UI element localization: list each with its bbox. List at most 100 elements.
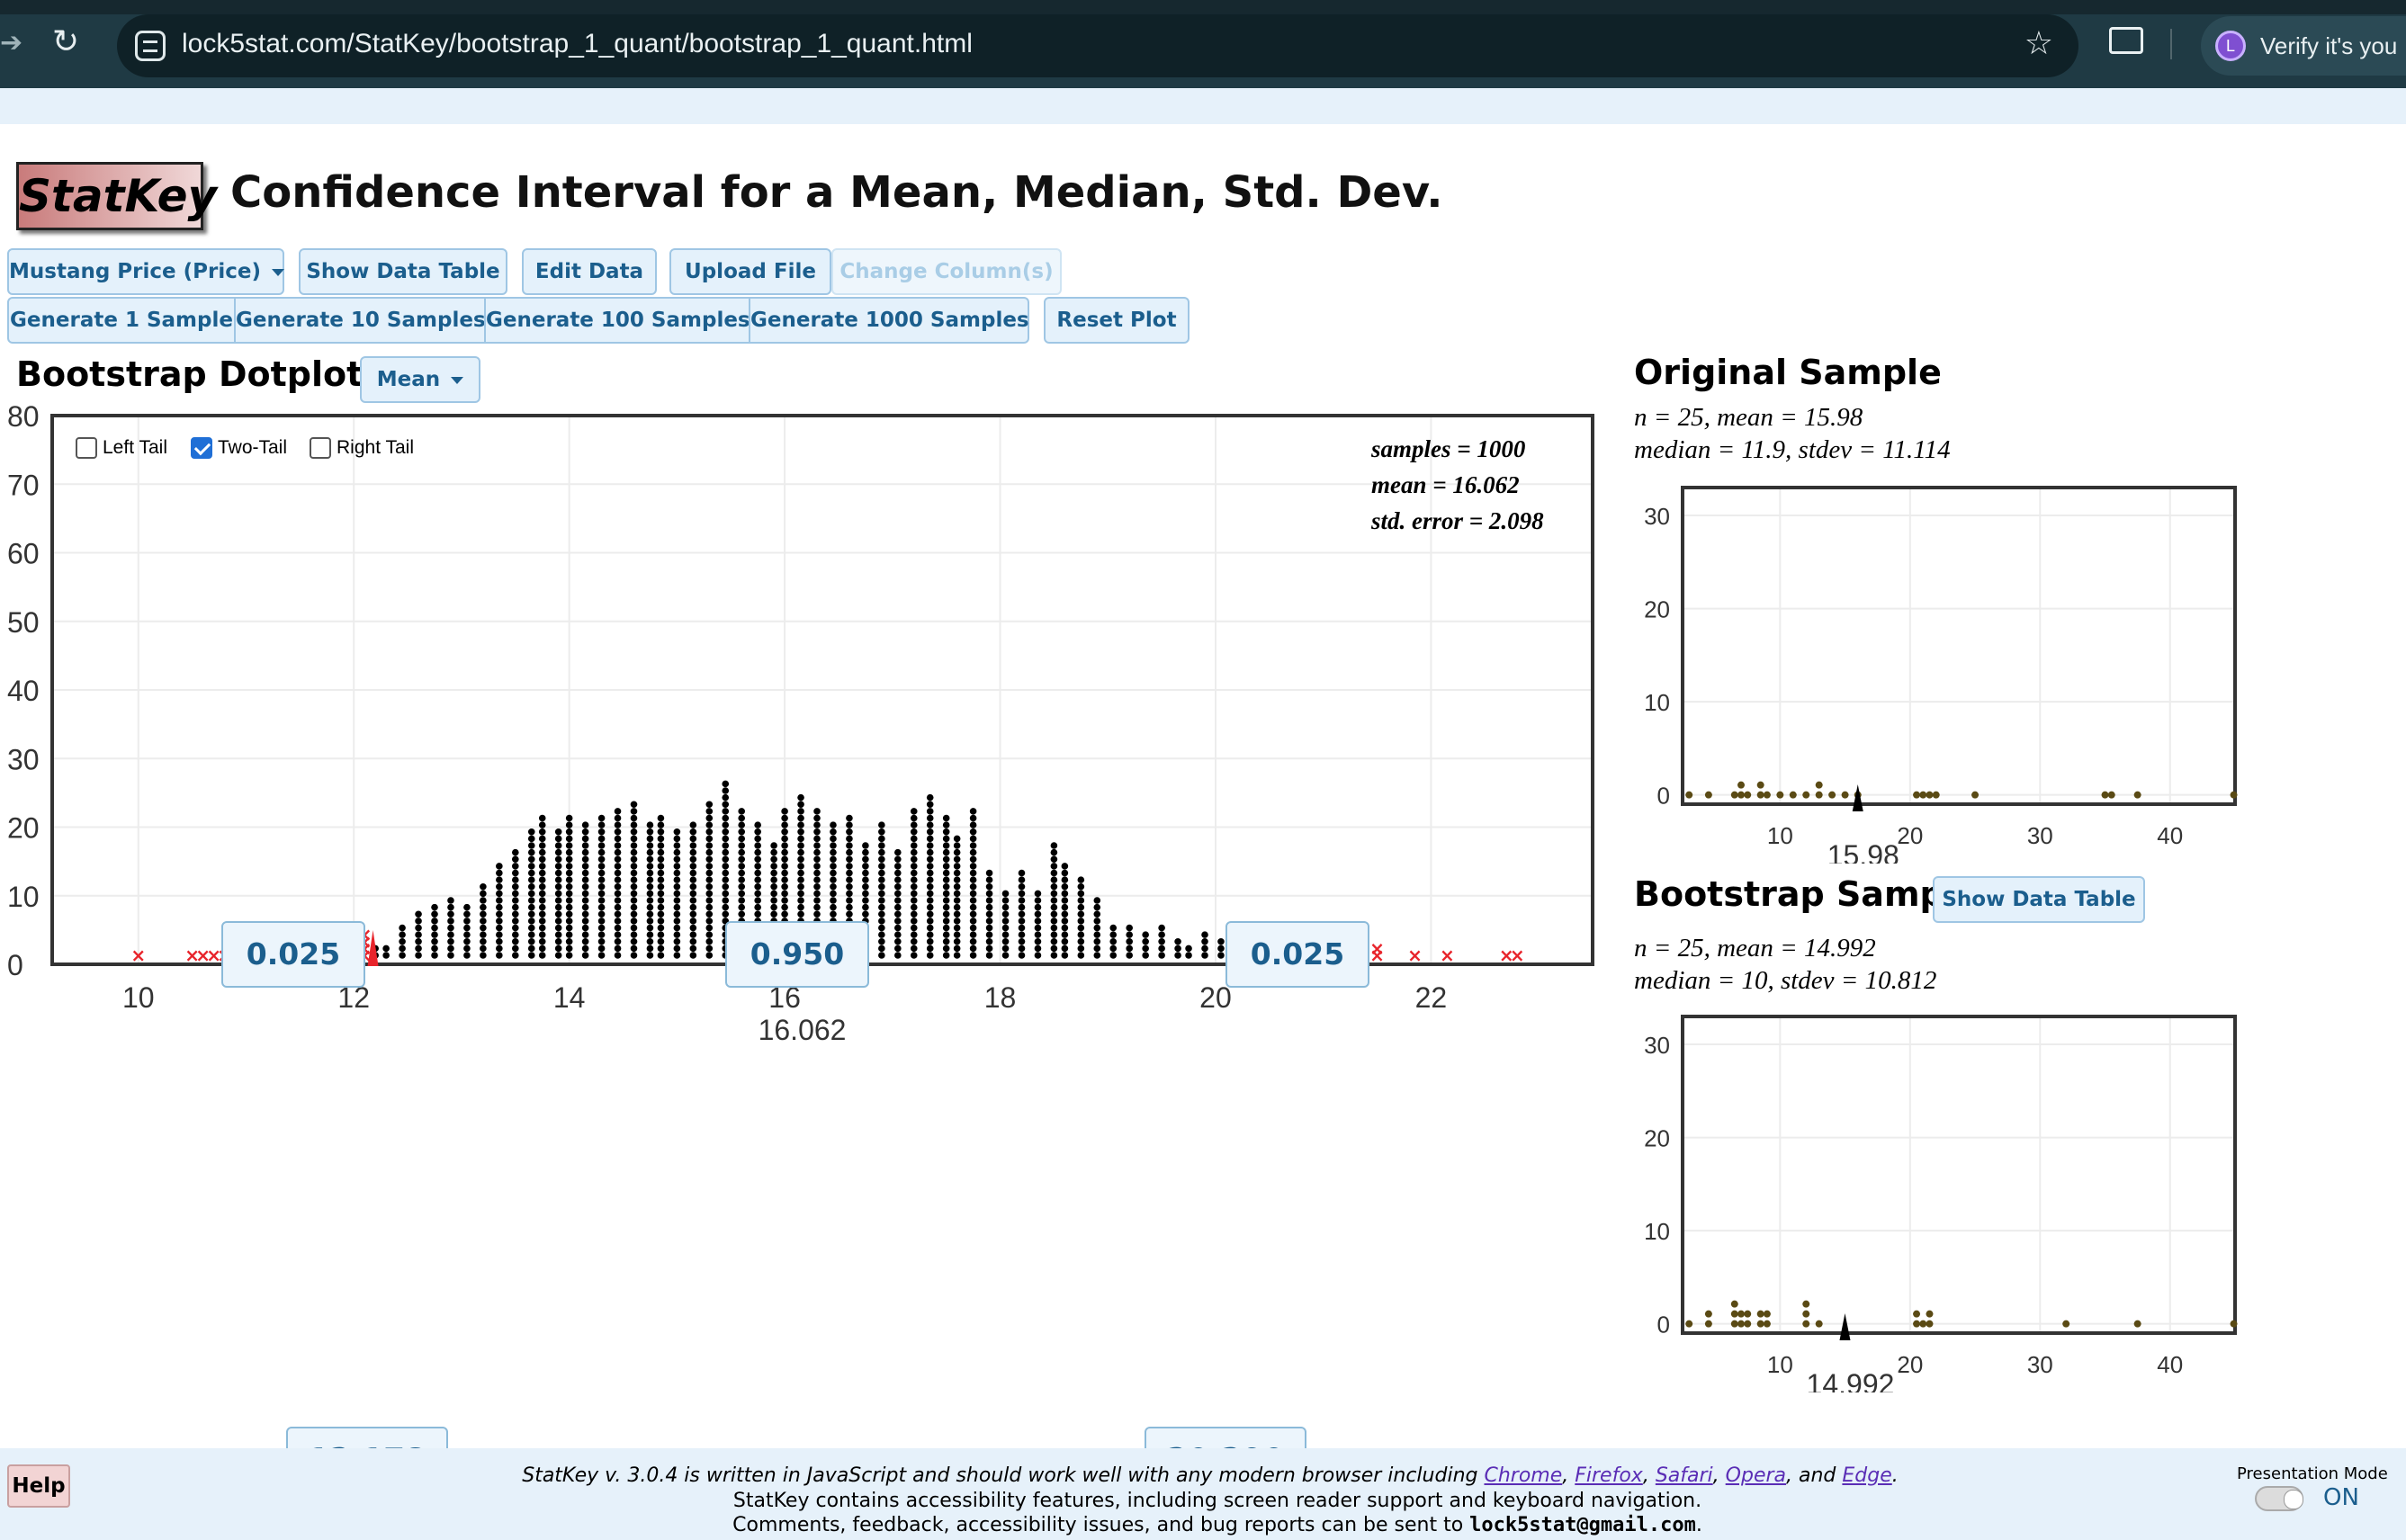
dataset-dropdown[interactable]: Mustang Price (Price) [7, 248, 284, 295]
bootstrap-dot [597, 828, 606, 836]
statistic-dropdown[interactable]: Mean [360, 356, 480, 403]
change-columns-button[interactable]: Change Column(s) [831, 248, 1062, 295]
generate-10-samples-button[interactable]: Generate 10 Samples [234, 297, 486, 344]
bootstrap-dot [1034, 945, 1042, 953]
bootstrap-dot [770, 903, 777, 911]
edit-data-button[interactable]: Edit Data [522, 248, 657, 295]
bootstrap-dot [830, 828, 837, 836]
generate-100-samples-button[interactable]: Generate 100 Samples [484, 297, 750, 344]
bootstrap-show-data-table-button[interactable]: Show Data Table [1933, 876, 2145, 923]
bootstrap-dot [657, 952, 665, 959]
show-data-table-button[interactable]: Show Data Table [299, 248, 507, 295]
contact-email[interactable]: lock5stat@gmail.com [1469, 1514, 1696, 1536]
right-tail-option[interactable]: Right Tail [310, 437, 414, 460]
middle-proportion[interactable]: 0.950 [725, 921, 869, 988]
two-tail-checkbox[interactable] [191, 437, 212, 460]
left-tail-option[interactable]: Left Tail [76, 437, 167, 460]
bootstrap-dot [527, 931, 535, 938]
verify-profile-button[interactable]: L Verify it's you [2201, 16, 2406, 76]
y-tick-label: 70 [7, 469, 40, 501]
bootstrap-dot [969, 808, 977, 815]
bootstrap-dot [1018, 876, 1026, 883]
right-tail-checkbox[interactable] [310, 437, 331, 460]
forward-icon[interactable]: ➔ [0, 27, 22, 58]
opera-link[interactable]: Opera [1726, 1464, 1786, 1487]
bootstrap-dot [1050, 842, 1058, 849]
right-tail-proportion[interactable]: 0.025 [1225, 921, 1369, 988]
bootstrap-dot [754, 828, 761, 836]
bootstrap-dot [846, 863, 853, 870]
bootstrap-dot [673, 842, 681, 849]
generate-1000-samples-button[interactable]: Generate 1000 Samples [749, 297, 1029, 344]
bootstrap-dot [705, 882, 714, 891]
bootstrap-dot [1050, 863, 1058, 870]
bootstrap-dot [910, 828, 918, 836]
chrome-link[interactable]: Chrome [1484, 1464, 1562, 1487]
bootstrap-dot [953, 910, 961, 918]
edge-link[interactable]: Edge [1842, 1464, 1891, 1487]
y-tick-label: 0 [7, 949, 23, 981]
left-tail-checkbox[interactable] [76, 437, 97, 460]
bootstrap-dot [797, 910, 804, 918]
bootstrap-dot [722, 793, 730, 801]
bootstrap-dot [781, 835, 788, 843]
bootstrap-dot [538, 842, 546, 849]
bootstrap-dot [985, 937, 993, 945]
google-lens-icon[interactable] [2109, 27, 2143, 54]
bootstrap-dot [597, 855, 606, 864]
reset-plot-button[interactable]: Reset Plot [1044, 297, 1190, 344]
bootstrap-dot [630, 945, 638, 953]
upload-file-button[interactable]: Upload File [669, 248, 831, 295]
bootstrap-dot [926, 793, 934, 801]
bootstrap-dot [894, 931, 902, 938]
bootstrap-dot [496, 945, 503, 953]
address-bar[interactable]: lock5stat.com/StatKey/bootstrap_1_quant/… [117, 14, 2078, 77]
left-tail-proportion[interactable]: 0.025 [221, 921, 365, 988]
bootstrap-dot [1126, 931, 1134, 938]
browser-toolbar: ➔ ↻ lock5stat.com/StatKey/bootstrap_1_qu… [0, 0, 2406, 88]
bootstrap-dot [527, 882, 535, 891]
bootstrap-dot [614, 835, 622, 843]
bootstrap-dot [722, 876, 730, 883]
bootstrap-dot [689, 863, 697, 870]
bootstrap-dot [738, 808, 746, 815]
bootstrap-dot [480, 952, 487, 959]
presentation-mode-toggle[interactable] [2255, 1486, 2303, 1511]
bootstrap-dot [538, 937, 546, 945]
site-settings-icon[interactable] [135, 31, 166, 61]
bootstrap-dot [705, 842, 714, 849]
bootstrap-dot [722, 897, 730, 904]
sample-dot [1789, 791, 1797, 799]
bootstrap-dot [797, 890, 804, 898]
bootstrap-dot [926, 910, 934, 918]
bootstrap-dot [614, 814, 622, 822]
bootstrap-dot [813, 808, 821, 815]
statkey-logo[interactable]: StatKey [16, 162, 217, 230]
bootstrap-dot [754, 890, 761, 898]
bookmark-star-icon[interactable]: ☆ [2024, 25, 2053, 62]
bootstrap-dot [910, 910, 918, 918]
two-tail-option[interactable]: Two-Tail [191, 437, 287, 460]
reload-icon[interactable]: ↻ [52, 23, 79, 60]
bootstrap-dot [942, 910, 950, 918]
generate-1-sample-button[interactable]: Generate 1 Sample [7, 297, 236, 344]
bootstrap-dot [985, 952, 993, 959]
bootstrap-dot [942, 903, 950, 911]
bootstrap-dot [673, 897, 681, 904]
bootstrap-dot [1093, 931, 1101, 938]
bootstrap-dot [985, 945, 993, 953]
bootstrap-dot [565, 828, 573, 836]
bootstrap-dot [554, 828, 562, 836]
firefox-link[interactable]: Firefox [1575, 1464, 1643, 1487]
address-url[interactable]: lock5stat.com/StatKey/bootstrap_1_quant/… [182, 29, 973, 59]
dataset-label: Mustang Price (Price) [9, 260, 261, 283]
x-tick-label: 14 [553, 981, 586, 1014]
bootstrap-dot [630, 890, 638, 898]
bootstrap-dot [554, 937, 562, 945]
safari-link[interactable]: Safari [1656, 1464, 1713, 1487]
bootstrap-dot [538, 931, 546, 938]
bootstrap-dot [689, 876, 697, 883]
stat-std-error: std. error = 2.098 [1371, 507, 1544, 534]
bootstrap-dot [705, 937, 714, 945]
bootstrap-dot [1018, 897, 1026, 904]
